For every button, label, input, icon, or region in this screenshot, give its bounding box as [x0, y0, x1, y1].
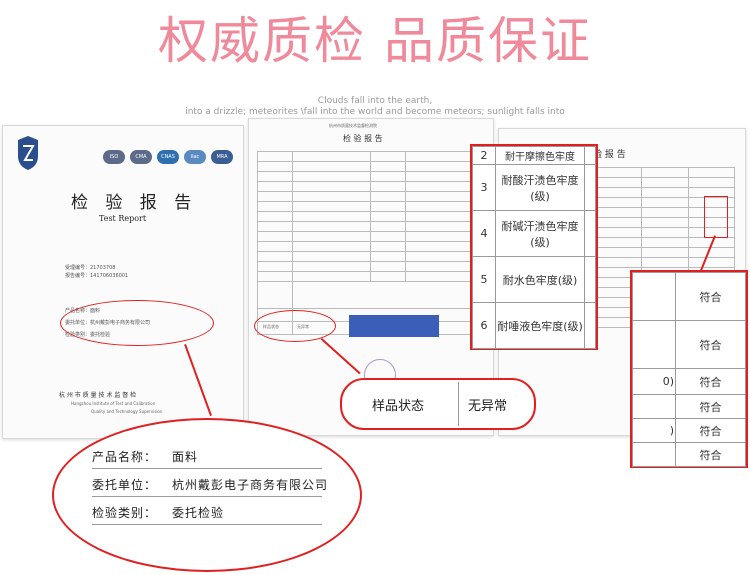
fastness-row-name: 耐唾液色牢度(级): [495, 302, 585, 349]
zoom-field-value: 面料: [172, 450, 199, 464]
cover-subtitle: Test Report: [99, 214, 147, 223]
result-row-left: [632, 272, 676, 321]
middle-doc-header: 杭州市质量技术监督检测院: [329, 123, 377, 128]
badge-mra: MRA: [211, 150, 233, 164]
tagline-line-2: into a drizzle; meteorites \fall into th…: [185, 107, 565, 117]
highlight-ellipse-cover: [60, 300, 214, 346]
certification-badges: ISO CMA CNAS ilac MRA: [103, 150, 233, 164]
cover-title: 检 验 报 告: [71, 193, 198, 213]
fabric-swatch: [349, 315, 439, 337]
zoom-field-value: 杭州戴彭电子商务有限公司: [172, 478, 329, 492]
page-headline: 权威质检 品质保证: [158, 12, 592, 70]
zoom-field-label: 委托单位：: [92, 478, 158, 492]
zoom-results-table: 符合 符合 0) 符合 符合 ) 符合 符合: [632, 272, 746, 467]
zoom-sample-state-label: 样品状态: [372, 399, 425, 414]
zoom-field-category: 检验类别： 委托检验: [92, 504, 224, 521]
result-row-value: 符合: [675, 368, 746, 395]
result-row-left: [632, 320, 676, 369]
fastness-row-no: 2: [472, 146, 496, 165]
institute-logo-icon: [18, 136, 38, 170]
zoom-field-divider: [92, 468, 322, 469]
middle-doc-table: [257, 151, 483, 335]
zoom-field-client: 委托单位： 杭州戴彭电子商务有限公司: [92, 476, 328, 493]
zoom-sample-state: 样品状态 无异常: [340, 378, 536, 430]
badge-cma: CMA: [130, 150, 152, 164]
cover-report-document: ISO CMA CNAS ilac MRA 检 验 报 告 Test Repor…: [2, 125, 244, 439]
fastness-row-name: 耐水色牢度(级): [495, 256, 585, 303]
zoom-field-product: 产品名称： 面料: [92, 448, 198, 465]
result-row-left: 0): [632, 368, 676, 395]
fastness-row-name: 耐酸汗渍色牢度(级): [495, 164, 585, 211]
zoom-field-divider: [92, 524, 322, 525]
fastness-row-no: 5: [472, 256, 496, 303]
zoom-field-divider: [92, 496, 322, 497]
result-row-value: 符合: [675, 442, 746, 467]
result-row-left: [632, 394, 676, 419]
cover-report-number: 报告编号：141706036001: [65, 273, 129, 279]
fastness-row-no: 3: [472, 164, 496, 211]
zoom-field-value: 委托检验: [172, 506, 225, 520]
middle-doc-title: 检 验 报 告: [343, 134, 383, 143]
badge-iso: ISO: [103, 150, 125, 164]
highlight-rect-result: [704, 196, 728, 238]
result-row-left: [632, 442, 676, 467]
zoom-field-label: 检验类别：: [92, 506, 158, 520]
result-row-value: 符合: [675, 418, 746, 443]
zoom-results-panel: 符合 符合 0) 符合 符合 ) 符合 符合: [630, 270, 748, 468]
zoom-fastness-table: 2 耐干摩擦色牢度 3 耐酸汗渍色牢度(级) 4 耐碱汗渍色牢度(级) 5 耐水…: [472, 146, 596, 349]
fastness-row-blank: [584, 210, 596, 257]
cover-acceptance-number: 受理编号：21703708: [65, 265, 116, 271]
result-row-value: 符合: [675, 394, 746, 419]
highlight-ellipse-sample: [254, 310, 336, 342]
fastness-row-blank: [584, 146, 596, 165]
zoom-fastness-panel: 2 耐干摩擦色牢度 3 耐酸汗渍色牢度(级) 4 耐碱汗渍色牢度(级) 5 耐水…: [470, 144, 598, 350]
fastness-row-blank: [584, 164, 596, 211]
fastness-row-name: 耐干摩擦色牢度: [495, 146, 585, 165]
badge-cnas: CNAS: [157, 150, 179, 164]
cover-institute-en-2: Quality and Technology Supervision: [91, 409, 163, 414]
zoom-field-label: 产品名称：: [92, 450, 158, 464]
fastness-row-name: 耐碱汗渍色牢度(级): [495, 210, 585, 257]
cover-institute-en-1: Hangzhou Institute of Test and Calibrati…: [71, 401, 156, 406]
fastness-row-blank: [584, 302, 596, 349]
result-row-left: ): [632, 418, 676, 443]
fastness-row-no: 6: [472, 302, 496, 349]
result-row-value: 符合: [675, 320, 746, 369]
zoom-cover-fields: 产品名称： 面料 委托单位： 杭州戴彭电子商务有限公司 检验类别： 委托检验: [52, 418, 362, 572]
result-row-value: 符合: [675, 272, 746, 321]
tagline-line-1: Clouds fall into the earth,: [317, 96, 433, 106]
fastness-row-blank: [584, 256, 596, 303]
fastness-row-no: 4: [472, 210, 496, 257]
badge-ilac: ilac: [184, 150, 206, 164]
zoom-sample-state-value: 无异常: [468, 399, 508, 414]
zoom-sample-divider: [458, 382, 459, 426]
cover-institute-cn: 杭 州 市 质 量 技 术 监 督 检: [59, 392, 137, 399]
